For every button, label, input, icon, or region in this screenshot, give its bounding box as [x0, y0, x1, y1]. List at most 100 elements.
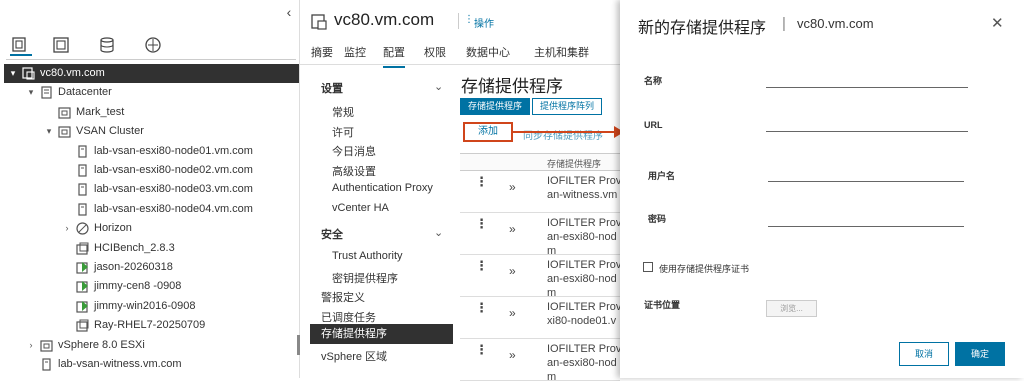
row-actions-icon[interactable]: ⋮ [475, 258, 488, 274]
chevron-down-icon[interactable]: ⌄ [434, 80, 443, 93]
subnav-item[interactable]: Trust Authority [332, 250, 403, 262]
close-icon[interactable]: ✕ [991, 14, 1004, 32]
subnav-item[interactable]: 今日消息 [332, 143, 376, 159]
table-row[interactable]: ⋮ » IOFILTER Prov an-esxi80-nod m [460, 340, 620, 381]
hosts-clusters-icon[interactable] [10, 36, 32, 56]
tree-node[interactable]: jimmy-cen8 -0908 [0, 277, 299, 296]
tree-node[interactable]: jason-20260318 [0, 258, 299, 277]
row-actions-icon[interactable]: ⋮ [475, 174, 488, 190]
tree-node[interactable]: Ray-RHEL7-20250709 [0, 316, 299, 335]
tab-1[interactable]: 监控 [344, 44, 366, 60]
url-field[interactable] [766, 131, 968, 132]
provider-name-line1: IOFILTER Prov [547, 217, 620, 229]
row-expand-icon[interactable]: » [509, 180, 516, 194]
tree-node-label: lab-vsan-esxi80-node02.vm.com [94, 164, 253, 176]
row-actions-icon[interactable]: ⋮ [475, 216, 488, 232]
cluster-icon [40, 339, 53, 352]
tree-node[interactable]: jimmy-win2016-0908 [0, 297, 299, 316]
subnav-item[interactable]: 许可 [332, 124, 354, 140]
networking-icon[interactable] [144, 36, 166, 56]
table-row[interactable]: ⋮ » IOFILTER Prov an-witness.vm [460, 172, 620, 213]
row-actions-icon[interactable]: ⋮ [475, 342, 488, 358]
subnav-item[interactable]: 高级设置 [332, 163, 376, 179]
add-button[interactable]: 添加 [463, 122, 513, 142]
chevron-right-icon[interactable]: › [26, 336, 36, 355]
subnav-item[interactable]: Authentication Proxy [332, 182, 433, 194]
ok-button[interactable]: 确定 [955, 342, 1005, 366]
subnav-item[interactable]: vSphere 区域 [321, 348, 387, 364]
chevron-right-icon[interactable]: › [62, 219, 72, 238]
tree-node-label: HCIBench_2.8.3 [94, 241, 175, 254]
row-expand-icon[interactable]: » [509, 348, 516, 362]
subnav-item[interactable]: 警报定义 [321, 289, 365, 305]
subnav-group-header[interactable]: 安全 [321, 226, 343, 242]
subnav-item[interactable]: 密钥提供程序 [332, 270, 398, 286]
tree-node[interactable]: lab-vsan-esxi80-node03.vm.com [0, 180, 299, 199]
password-label: 密码 [648, 214, 667, 224]
cluster-icon [58, 125, 71, 138]
provider-name-line1: IOFILTER Prov [547, 343, 620, 355]
password-field[interactable] [768, 226, 964, 227]
tab-0[interactable]: 摘要 [311, 44, 333, 60]
sync-providers-button[interactable]: 同步存储提供程序 [523, 127, 603, 142]
tab-provider-arrays[interactable]: 提供程序阵列 [532, 98, 603, 115]
provider-name-line2: an-witness.vm [547, 189, 618, 201]
subnav-item[interactable]: 常规 [332, 104, 354, 120]
actions-label: 操作 [474, 19, 494, 30]
vms-templates-icon[interactable] [52, 36, 74, 56]
table-row[interactable]: ⋮ » IOFILTER Prov an-esxi80-nod m [460, 214, 620, 255]
dialog-host: vc80.vm.com [797, 16, 874, 31]
username-field[interactable] [768, 181, 964, 182]
row-expand-icon[interactable]: » [509, 306, 516, 320]
chevron-down-icon[interactable]: ▾ [8, 64, 18, 83]
name-field[interactable] [766, 87, 968, 88]
row-actions-icon[interactable]: ⋮ [475, 300, 488, 316]
tab-4[interactable]: 数据中心 [466, 44, 510, 60]
tree-node-selected[interactable]: ▾ vc80.vm.com [4, 64, 299, 83]
tree-node-label: jimmy-win2016-0908 [94, 299, 196, 312]
tree-node[interactable]: › vSphere 8.0 ESXi [0, 336, 299, 355]
storage-icon[interactable] [98, 36, 120, 56]
tree-node[interactable]: ▾ Datacenter [0, 83, 299, 102]
actions-kebab-icon: ⋮ [464, 14, 474, 25]
provider-name-line2: xi80-node01.v [547, 315, 617, 327]
subnav-item[interactable]: 已调度任务 [321, 309, 376, 325]
chevron-down-icon[interactable]: ⌄ [434, 226, 443, 239]
tree-node[interactable]: Mark_test [0, 103, 299, 122]
tree-node[interactable]: ▾ VSAN Cluster [0, 122, 299, 141]
chevron-down-icon[interactable]: ▾ [26, 83, 36, 102]
provider-name-line1: IOFILTER Prov [547, 301, 620, 313]
subnav-item[interactable]: vCenter HA [332, 202, 389, 214]
tree-node-label: vc80.vm.com [40, 67, 105, 79]
tree-node[interactable]: › Horizon [0, 219, 299, 238]
table-row[interactable]: ⋮ » IOFILTER Prov an-esxi80-nod m [460, 256, 620, 297]
tree-node[interactable]: lab-vsan-witness.vm.com [0, 355, 299, 374]
vcenter-icon [311, 14, 327, 30]
tab-5[interactable]: 主机和集群 [534, 44, 589, 60]
navigator-scrollbar[interactable] [297, 335, 300, 355]
tab-3[interactable]: 权限 [424, 44, 446, 60]
provider-name-cell: IOFILTER Prov an-esxi80-nod m [547, 216, 620, 254]
chevron-down-icon[interactable]: ▾ [44, 122, 54, 141]
table-row[interactable]: ⋮ » IOFILTER Prov xi80-node01.v [460, 298, 620, 339]
tree-node[interactable]: lab-vsan-esxi80-node04.vm.com [0, 200, 299, 219]
collapse-panel-icon[interactable]: ‹ [282, 4, 296, 20]
cancel-button[interactable]: 取消 [899, 342, 949, 366]
tree-node[interactable]: HCIBench_2.8.3 [0, 239, 299, 258]
subnav-item-selected[interactable]: 存储提供程序 [310, 324, 453, 344]
inventory-navigator: ‹ ▾ vc80.vm.com ▾ Datacenter Mark_test ▾ VSAN … [0, 0, 300, 378]
tree-node[interactable]: lab-vsan-esxi80-node02.vm.com [0, 161, 299, 180]
tree-node-label: Datacenter [58, 86, 112, 99]
tree-node-label: lab-vsan-witness.vm.com [58, 358, 182, 370]
row-expand-icon[interactable]: » [509, 222, 516, 236]
row-expand-icon[interactable]: » [509, 264, 516, 278]
provider-name-cell: IOFILTER Prov xi80-node01.v [547, 300, 620, 328]
tree-node[interactable]: lab-vsan-esxi80-node01.vm.com [0, 142, 299, 161]
provider-name-line2: an-esxi80-nod [547, 357, 617, 369]
tab-storage-providers[interactable]: 存储提供程序 [460, 98, 531, 115]
use-cert-checkbox[interactable] [643, 262, 653, 272]
provider-name-line2: an-esxi80-nod [547, 273, 617, 285]
subnav-group-header[interactable]: 设置 [321, 80, 343, 96]
column-header-provider[interactable]: 存储提供程序 [547, 157, 601, 170]
datacenter-icon [40, 86, 53, 99]
